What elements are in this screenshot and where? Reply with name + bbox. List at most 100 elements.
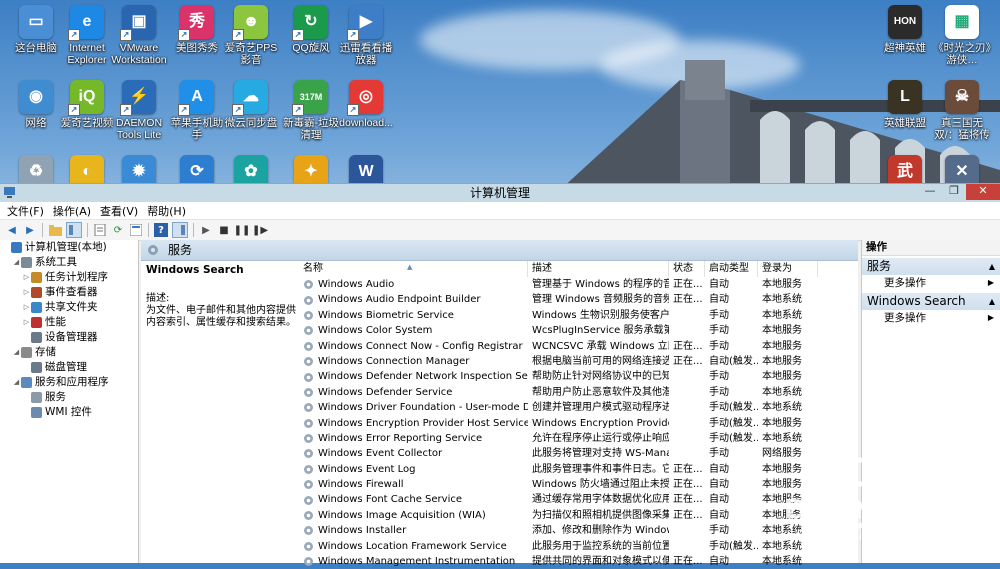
collapsed-arrow-icon[interactable]: ▷ <box>22 300 31 315</box>
help-icon[interactable]: ? <box>154 223 168 237</box>
maximize-button[interactable]: ❐ <box>942 184 966 200</box>
menu-help[interactable]: 帮助(H) <box>144 203 192 219</box>
desktop-icon[interactable]: A ↗ 苹果手机助手 <box>167 80 227 141</box>
column-header-status[interactable]: 状态 <box>669 261 705 277</box>
column-header-description[interactable]: 描述 <box>528 261 669 277</box>
service-description: WCNCSVC 承载 Windows 立即... <box>532 340 669 352</box>
expanded-arrow-icon[interactable]: ◢ <box>12 255 21 270</box>
desktop-icon[interactable]: ⚡ ↗ DAEMON Tools Lite <box>109 80 169 141</box>
desktop-icon[interactable]: iQ ↗ 爱奇艺视频 <box>57 80 117 129</box>
actions-group-services[interactable]: 服务 ▲ <box>862 258 1000 275</box>
properties-icon[interactable] <box>93 223 107 237</box>
back-arrow-icon[interactable]: ◀ <box>5 223 19 237</box>
table-row[interactable]: Windows Color System WcsPlugInService 服务承… <box>299 323 858 338</box>
table-row[interactable]: Windows Audio Endpoint Builder 管理 Windows… <box>299 292 858 307</box>
menu-view[interactable]: 查看(V) <box>97 203 144 219</box>
service-startup-type: 手动 <box>709 448 729 460</box>
desktop-icon[interactable]: L 英雄联盟 <box>875 80 935 129</box>
table-row[interactable]: Windows Event Log 此服务管理事件和事件日志。它... 正在... 自… <box>299 462 858 477</box>
desktop-icon[interactable]: ▶ ↗ 迅雷看看播放器 <box>336 5 396 66</box>
desktop-icon[interactable]: ☠ 真三国无双/：猛将传 <box>932 80 992 141</box>
tree-item[interactable]: ▷ 共享文件夹 <box>0 300 138 315</box>
actions-group-windows-search[interactable]: Windows Search ▲ <box>862 293 1000 310</box>
table-row[interactable]: Windows Connect Now - Config Registrar WC… <box>299 339 858 354</box>
more-actions-windows-search[interactable]: 更多操作 ▶ <box>862 310 1000 326</box>
service-startup-type: 手动 <box>709 325 729 337</box>
table-row[interactable]: Windows Connection Manager 根据电脑当前可用的网络连接选… <box>299 354 858 369</box>
menu-file[interactable]: 文件(F) <box>4 203 50 219</box>
network-icon: ◉ <box>19 80 53 114</box>
tree-item[interactable]: ▷ 性能 <box>0 315 138 330</box>
collapsed-arrow-icon[interactable]: ▷ <box>22 315 31 330</box>
tree-item[interactable]: 设备管理器 <box>0 330 138 345</box>
menu-action[interactable]: 操作(A) <box>50 203 97 219</box>
desktop-icon[interactable]: 秀 ↗ 美图秀秀 <box>167 5 227 54</box>
actions-header: 操作 <box>862 240 1000 256</box>
table-row[interactable]: Windows Audio 管理基于 Windows 的程序的音... 正在... 自… <box>299 277 858 292</box>
table-row[interactable]: Windows Event Collector 此服务将管理对支持 WS-Mana… <box>299 446 858 461</box>
table-row[interactable]: Windows Defender Service 帮助用户防止恶意软件及其他潜..… <box>299 385 858 400</box>
collapse-icon[interactable]: ▲ <box>989 293 995 310</box>
xunlei-player-icon: ▶ ↗ <box>347 5 383 41</box>
table-row[interactable]: Windows Error Reporting Service 允许在程序停止运行… <box>299 431 858 446</box>
table-row[interactable]: Windows Defender Network Inspection Serv… <box>299 369 858 384</box>
tree-item[interactable]: ▷ 任务计划程序 <box>0 270 138 285</box>
tree-item[interactable]: 磁盘管理 <box>0 360 138 375</box>
table-row[interactable]: Windows Location Framework Service 此服务用于监… <box>299 539 858 554</box>
action-pane-icon[interactable] <box>172 222 188 238</box>
desktop-icon-label: 真三国无双/：猛将传 <box>934 117 990 141</box>
pause-service-icon[interactable]: ❚❚ <box>234 223 251 237</box>
tree-item[interactable]: ◢ 服务和应用程序 <box>0 375 138 390</box>
column-header-logon-as[interactable]: 登录为 <box>758 261 818 277</box>
table-row[interactable]: Windows Driver Foundation - User-mode Dr… <box>299 400 858 415</box>
expanded-arrow-icon[interactable]: ◢ <box>12 345 21 360</box>
title-bar[interactable]: 计算机管理 — ❐ ✕ <box>0 184 1000 202</box>
table-row[interactable]: Windows Image Acquisition (WIA) 为扫描仪和照相机提… <box>299 508 858 523</box>
table-row[interactable]: Windows Installer 添加、修改和删除作为 Window... 手动 本… <box>299 523 858 538</box>
restart-service-icon[interactable]: ❚▶ <box>252 223 268 237</box>
tree-item-label: 磁盘管理 <box>45 361 87 373</box>
desktop-icon[interactable]: HON 超神英雄 <box>875 5 935 54</box>
column-header-name[interactable]: 名称 <box>299 261 528 277</box>
stop-service-icon[interactable]: ■ <box>217 223 231 237</box>
desktop-icon[interactable]: ☁ ↗ 微云同步盘 <box>221 80 281 129</box>
desktop-icon[interactable]: ↻ ↗ QQ旋风 <box>281 5 341 54</box>
tree-item[interactable]: 计算机管理(本地) <box>0 240 138 255</box>
expanded-arrow-icon[interactable]: ◢ <box>12 375 21 390</box>
collapsed-arrow-icon[interactable]: ▷ <box>22 285 31 300</box>
forward-arrow-icon[interactable]: ▶ <box>23 223 37 237</box>
export-list-icon[interactable] <box>129 223 143 237</box>
tree-item-label: 事件查看器 <box>45 286 98 298</box>
minimize-button[interactable]: — <box>918 184 942 200</box>
table-row[interactable]: Windows Font Cache Service 通过缓存常用字体数据优化应用… <box>299 492 858 507</box>
services-header: 服务 <box>141 240 858 261</box>
service-description: 此服务管理事件和事件日志。它... <box>532 463 669 475</box>
table-row[interactable]: Windows Biometric Service Windows 生物识别服务使… <box>299 308 858 323</box>
desktop-icon[interactable]: ▦ 《时光之刃》游侠… <box>932 5 992 66</box>
desktop-icon[interactable]: e ↗ Internet Explorer <box>57 5 117 66</box>
collapse-icon[interactable]: ▲ <box>989 258 995 275</box>
start-service-icon[interactable]: ▶ <box>199 223 213 237</box>
refresh-icon[interactable]: ⟳ <box>111 223 125 237</box>
table-row[interactable]: Windows Firewall Windows 防火墙通过阻止未授... 正在..… <box>299 477 858 492</box>
desktop-icon[interactable]: 317M ↗ 新毒霸-垃圾清理 <box>281 80 341 141</box>
table-row[interactable]: Windows Encryption Provider Host Service… <box>299 416 858 431</box>
more-actions-services[interactable]: 更多操作 ▶ <box>862 275 1000 291</box>
service-gear-icon <box>304 295 313 305</box>
tree-item[interactable]: ◢ 系统工具 <box>0 255 138 270</box>
collapsed-arrow-icon[interactable]: ▷ <box>22 270 31 285</box>
service-logon-as: 本地系统 <box>762 386 802 398</box>
desktop-icon[interactable]: ◎ ↗ download... <box>336 80 396 129</box>
desktop-icon[interactable]: ☻ ↗ 爱奇艺PPS 影音 <box>221 5 281 66</box>
tree-item[interactable]: WMI 控件 <box>0 405 138 420</box>
service-gear-icon <box>304 495 313 505</box>
tree-item[interactable]: 服务 <box>0 390 138 405</box>
desktop-icon[interactable]: ▣ ↗ VMware Workstation <box>109 5 169 66</box>
close-button[interactable]: ✕ <box>966 184 1000 200</box>
desktop-icon-label: download... <box>339 117 393 129</box>
up-folder-icon[interactable] <box>48 223 62 237</box>
tree-item[interactable]: ▷ 事件查看器 <box>0 285 138 300</box>
tree-item[interactable]: ◢ 存储 <box>0 345 138 360</box>
column-header-startup-type[interactable]: 启动类型 <box>705 261 758 277</box>
show-hide-tree-icon[interactable] <box>66 222 82 238</box>
